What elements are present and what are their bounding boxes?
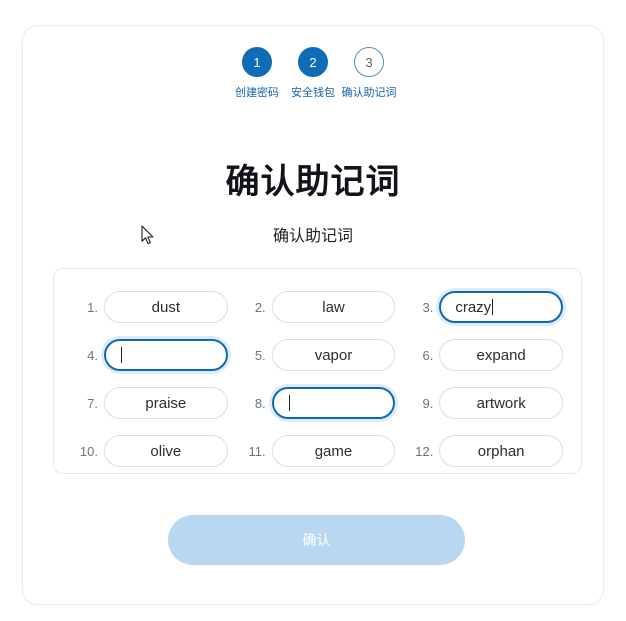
mnemonic-word-input[interactable]: crazy — [439, 291, 563, 323]
mnemonic-grid: 1. dust 2. law 3. crazy 4. 5. vapor 6. expand 7. pra… — [66, 283, 569, 475]
mnemonic-index: 6. — [422, 347, 434, 363]
page-title: 确认助记词 — [225, 163, 401, 201]
step-item-1[interactable]: 1 创建密码 — [229, 47, 285, 100]
mnemonic-word-input[interactable] — [104, 339, 228, 371]
stepper: 1 创建密码 2 安全钱包 3 确认助记词 — [23, 47, 603, 100]
step-circle-3[interactable]: 3 — [354, 47, 384, 77]
text-caret — [288, 395, 290, 411]
step-item-2[interactable]: 2 安全钱包 — [285, 47, 341, 100]
step-number-1: 1 — [253, 54, 261, 70]
mnemonic-word-value: crazy — [455, 298, 492, 316]
mnemonic-cell: 3. crazy — [401, 291, 569, 323]
mnemonic-word-value: dust — [151, 298, 180, 316]
mnemonic-cell: 1. dust — [66, 291, 234, 323]
mnemonic-cell: 8. — [234, 387, 402, 419]
mnemonic-word-input[interactable] — [271, 387, 396, 419]
mnemonic-index: 2. — [254, 299, 266, 315]
mnemonic-word-input[interactable]: olive — [104, 435, 228, 467]
mnemonic-word-value: praise — [145, 394, 187, 412]
mnemonic-index: 4. — [87, 347, 98, 363]
mnemonic-cell: 2. law — [234, 291, 402, 323]
mnemonic-index: 10. — [79, 443, 98, 459]
step-number-2: 2 — [309, 54, 317, 70]
text-caret — [121, 347, 122, 363]
step-item-3[interactable]: 3 确认助记词 — [341, 47, 397, 100]
mnemonic-word-input[interactable]: vapor — [271, 339, 396, 371]
mnemonic-cell: 5. vapor — [234, 339, 402, 371]
mnemonic-word-input[interactable]: game — [271, 435, 396, 467]
step-label-1: 创建密码 — [235, 87, 279, 99]
mnemonic-word-value: olive — [150, 442, 182, 460]
mnemonic-word-value: expand — [476, 346, 526, 364]
mnemonic-word-input[interactable]: artwork — [439, 387, 563, 419]
page-subtitle: 确认助记词 — [272, 228, 353, 245]
mnemonic-word-input[interactable]: orphan — [439, 435, 563, 467]
mnemonic-cell: 6. expand — [401, 339, 569, 371]
mnemonic-word-input[interactable]: expand — [439, 339, 563, 371]
mnemonic-cell: 4. — [66, 339, 234, 371]
mnemonic-index: 5. — [254, 347, 266, 363]
mnemonic-word-input[interactable]: praise — [104, 387, 228, 419]
mnemonic-index: 3. — [422, 299, 434, 315]
mnemonic-index: 9. — [422, 395, 434, 411]
mnemonic-word-value: vapor — [314, 346, 353, 364]
stepper-track: 1 创建密码 2 安全钱包 3 确认助记词 — [229, 47, 397, 100]
step-label-3: 确认助记词 — [341, 87, 397, 99]
confirm-button[interactable]: 确认 — [168, 515, 465, 565]
mnemonic-index: 8. — [254, 395, 266, 411]
mnemonic-panel: 1. dust 2. law 3. crazy 4. 5. vapor 6. expand 7. pra… — [53, 268, 582, 474]
mnemonic-index: 11. — [248, 443, 266, 459]
mnemonic-word-input[interactable]: dust — [104, 291, 228, 323]
step-label-2: 安全钱包 — [291, 87, 335, 99]
mnemonic-index: 7. — [87, 395, 98, 411]
mnemonic-cell: 9. artwork — [401, 387, 569, 419]
mnemonic-word-value: orphan — [477, 442, 525, 460]
mnemonic-word-value: artwork — [476, 394, 526, 412]
mnemonic-word-input[interactable]: law — [271, 291, 396, 323]
mnemonic-cell: 12. orphan — [401, 435, 569, 467]
step-circle-2[interactable]: 2 — [298, 47, 328, 77]
mnemonic-cell: 7. praise — [66, 387, 234, 419]
mnemonic-word-value: game — [314, 442, 353, 460]
mnemonic-cell: 11. game — [234, 435, 402, 467]
text-caret — [492, 299, 494, 315]
mnemonic-index: 12. — [415, 443, 434, 459]
mnemonic-index: 1. — [87, 299, 98, 315]
step-number-3: 3 — [365, 54, 373, 70]
mnemonic-cell: 10. olive — [66, 435, 234, 467]
mnemonic-word-value: law — [322, 298, 345, 316]
step-circle-1[interactable]: 1 — [242, 47, 272, 77]
onboarding-card: 1 创建密码 2 安全钱包 3 确认助记词 确认助记词 确认助记词 1. dus… — [22, 25, 604, 605]
